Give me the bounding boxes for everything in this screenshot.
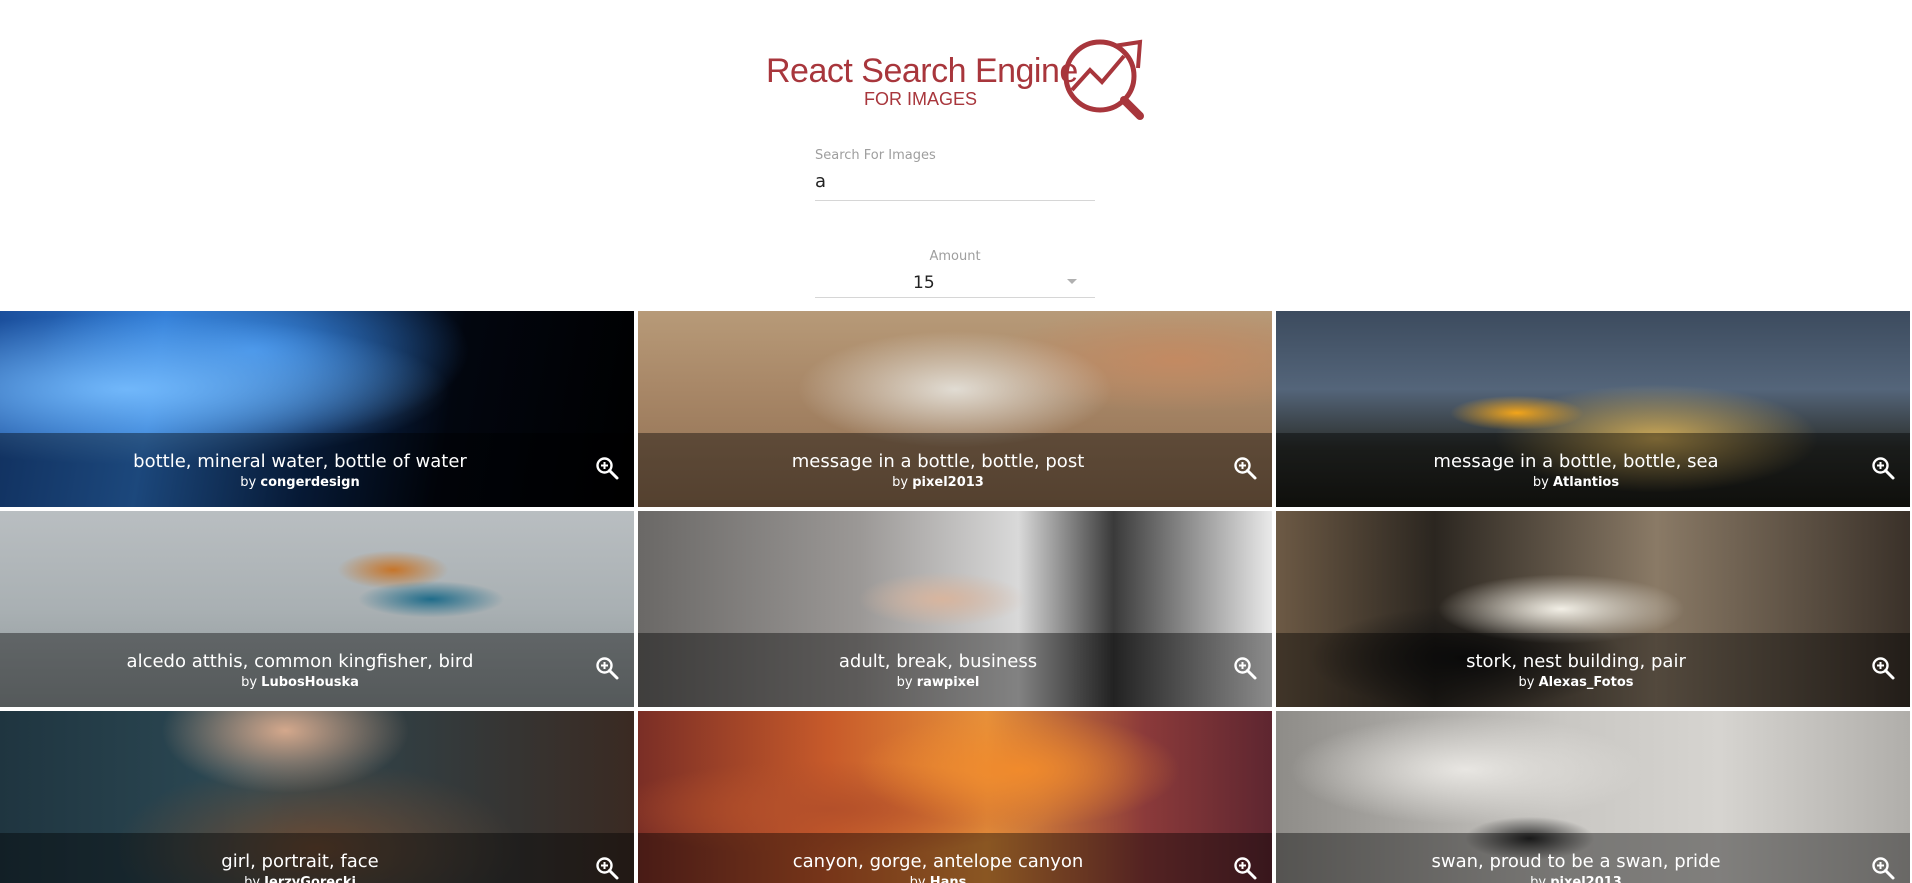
author-name: Alexas_Fotos <box>1538 675 1634 690</box>
tile-title: message in a bottle, bottle, sea <box>1433 451 1719 472</box>
author-name: pixel2013 <box>912 475 984 490</box>
tile-author: by congerdesign <box>240 475 360 490</box>
image-tile[interactable]: message in a bottle, bottle, sea by Atla… <box>1276 311 1910 507</box>
tile-author: by Hans <box>638 875 1238 883</box>
tile-title: stork, nest building, pair <box>1466 651 1686 672</box>
image-tile[interactable]: bottle, mineral water, bottle of water b… <box>0 311 634 507</box>
image-tile[interactable]: adult, break, business by rawpixel <box>638 511 1272 707</box>
zoom-in-icon[interactable] <box>1232 855 1258 881</box>
search-label: Search For Images <box>815 148 936 163</box>
logo-subtitle: FOR IMAGES <box>864 89 978 109</box>
amount-select[interactable]: 15 <box>815 266 1095 298</box>
zoom-in-icon[interactable] <box>1232 655 1258 681</box>
tile-author: by Atlantios <box>1532 475 1620 490</box>
tile-caption: message in a bottle, bottle, post by pix… <box>638 433 1272 507</box>
zoom-in-icon[interactable] <box>594 655 620 681</box>
search-input[interactable] <box>815 165 1095 201</box>
author-name: congerdesign <box>260 475 360 490</box>
app-logo: React Search Engine FOR IMAGES <box>764 38 1144 122</box>
author-name: Hans <box>929 875 967 883</box>
zoom-in-icon[interactable] <box>1232 455 1258 481</box>
tile-author: by pixel2013 <box>1276 875 1876 883</box>
author-name: LubosHouska <box>261 675 359 690</box>
tile-caption: canyon, gorge, antelope canyon by Hans <box>638 833 1272 883</box>
author-name: Atlantios <box>1552 475 1620 490</box>
tile-caption: alcedo atthis, common kingfisher, bird b… <box>0 633 634 707</box>
tile-title: message in a bottle, bottle, post <box>791 451 1085 472</box>
tile-title: alcedo atthis, common kingfisher, bird <box>126 651 474 672</box>
tile-caption: bottle, mineral water, bottle of water b… <box>0 433 634 507</box>
tile-title: girl, portrait, face <box>221 851 379 872</box>
image-tile[interactable]: swan, proud to be a swan, pride by pixel… <box>1276 711 1910 883</box>
image-tile[interactable]: message in a bottle, bottle, post by pix… <box>638 311 1272 507</box>
tile-author: by JerzyGorecki <box>0 875 600 883</box>
tile-caption: stork, nest building, pair by Alexas_Fot… <box>1276 633 1910 707</box>
tile-caption: swan, proud to be a swan, pride by pixel… <box>1276 833 1910 883</box>
image-tile[interactable]: girl, portrait, face by JerzyGorecki <box>0 711 634 883</box>
zoom-in-icon[interactable] <box>1870 455 1896 481</box>
zoom-in-icon[interactable] <box>594 455 620 481</box>
tile-caption: message in a bottle, bottle, sea by Atla… <box>1276 433 1910 507</box>
image-tile[interactable]: stork, nest building, pair by Alexas_Fot… <box>1276 511 1910 707</box>
zoom-in-icon[interactable] <box>1870 855 1896 881</box>
tile-author: by rawpixel <box>896 675 980 690</box>
tile-author: by LubosHouska <box>241 675 359 690</box>
amount-label: Amount <box>929 249 981 264</box>
author-name: rawpixel <box>916 675 980 690</box>
tile-author: by Alexas_Fotos <box>1518 675 1634 690</box>
amount-value: 15 <box>913 273 935 293</box>
author-name: pixel2013 <box>1550 875 1622 883</box>
tile-caption: girl, portrait, face by JerzyGorecki <box>0 833 634 883</box>
tile-author: by pixel2013 <box>892 475 984 490</box>
tile-title: canyon, gorge, antelope canyon <box>792 851 1084 872</box>
chevron-down-icon[interactable] <box>1067 279 1077 284</box>
author-name: JerzyGorecki <box>264 875 356 883</box>
tile-title: swan, proud to be a swan, pride <box>1431 851 1721 872</box>
image-grid: bottle, mineral water, bottle of water b… <box>0 311 1912 883</box>
amount-field: Amount 15 <box>815 249 1095 298</box>
zoom-in-icon[interactable] <box>1870 655 1896 681</box>
image-tile[interactable]: alcedo atthis, common kingfisher, bird b… <box>0 511 634 707</box>
tile-title: bottle, mineral water, bottle of water <box>133 451 467 472</box>
magnifier-chart-icon <box>1063 39 1144 120</box>
tile-title: adult, break, business <box>838 651 1038 672</box>
search-field: Search For Images <box>815 148 1095 201</box>
logo-title: React Search Engine <box>766 52 1078 90</box>
image-tile[interactable]: canyon, gorge, antelope canyon by Hans <box>638 711 1272 883</box>
tile-caption: adult, break, business by rawpixel <box>638 633 1272 707</box>
zoom-in-icon[interactable] <box>594 855 620 881</box>
